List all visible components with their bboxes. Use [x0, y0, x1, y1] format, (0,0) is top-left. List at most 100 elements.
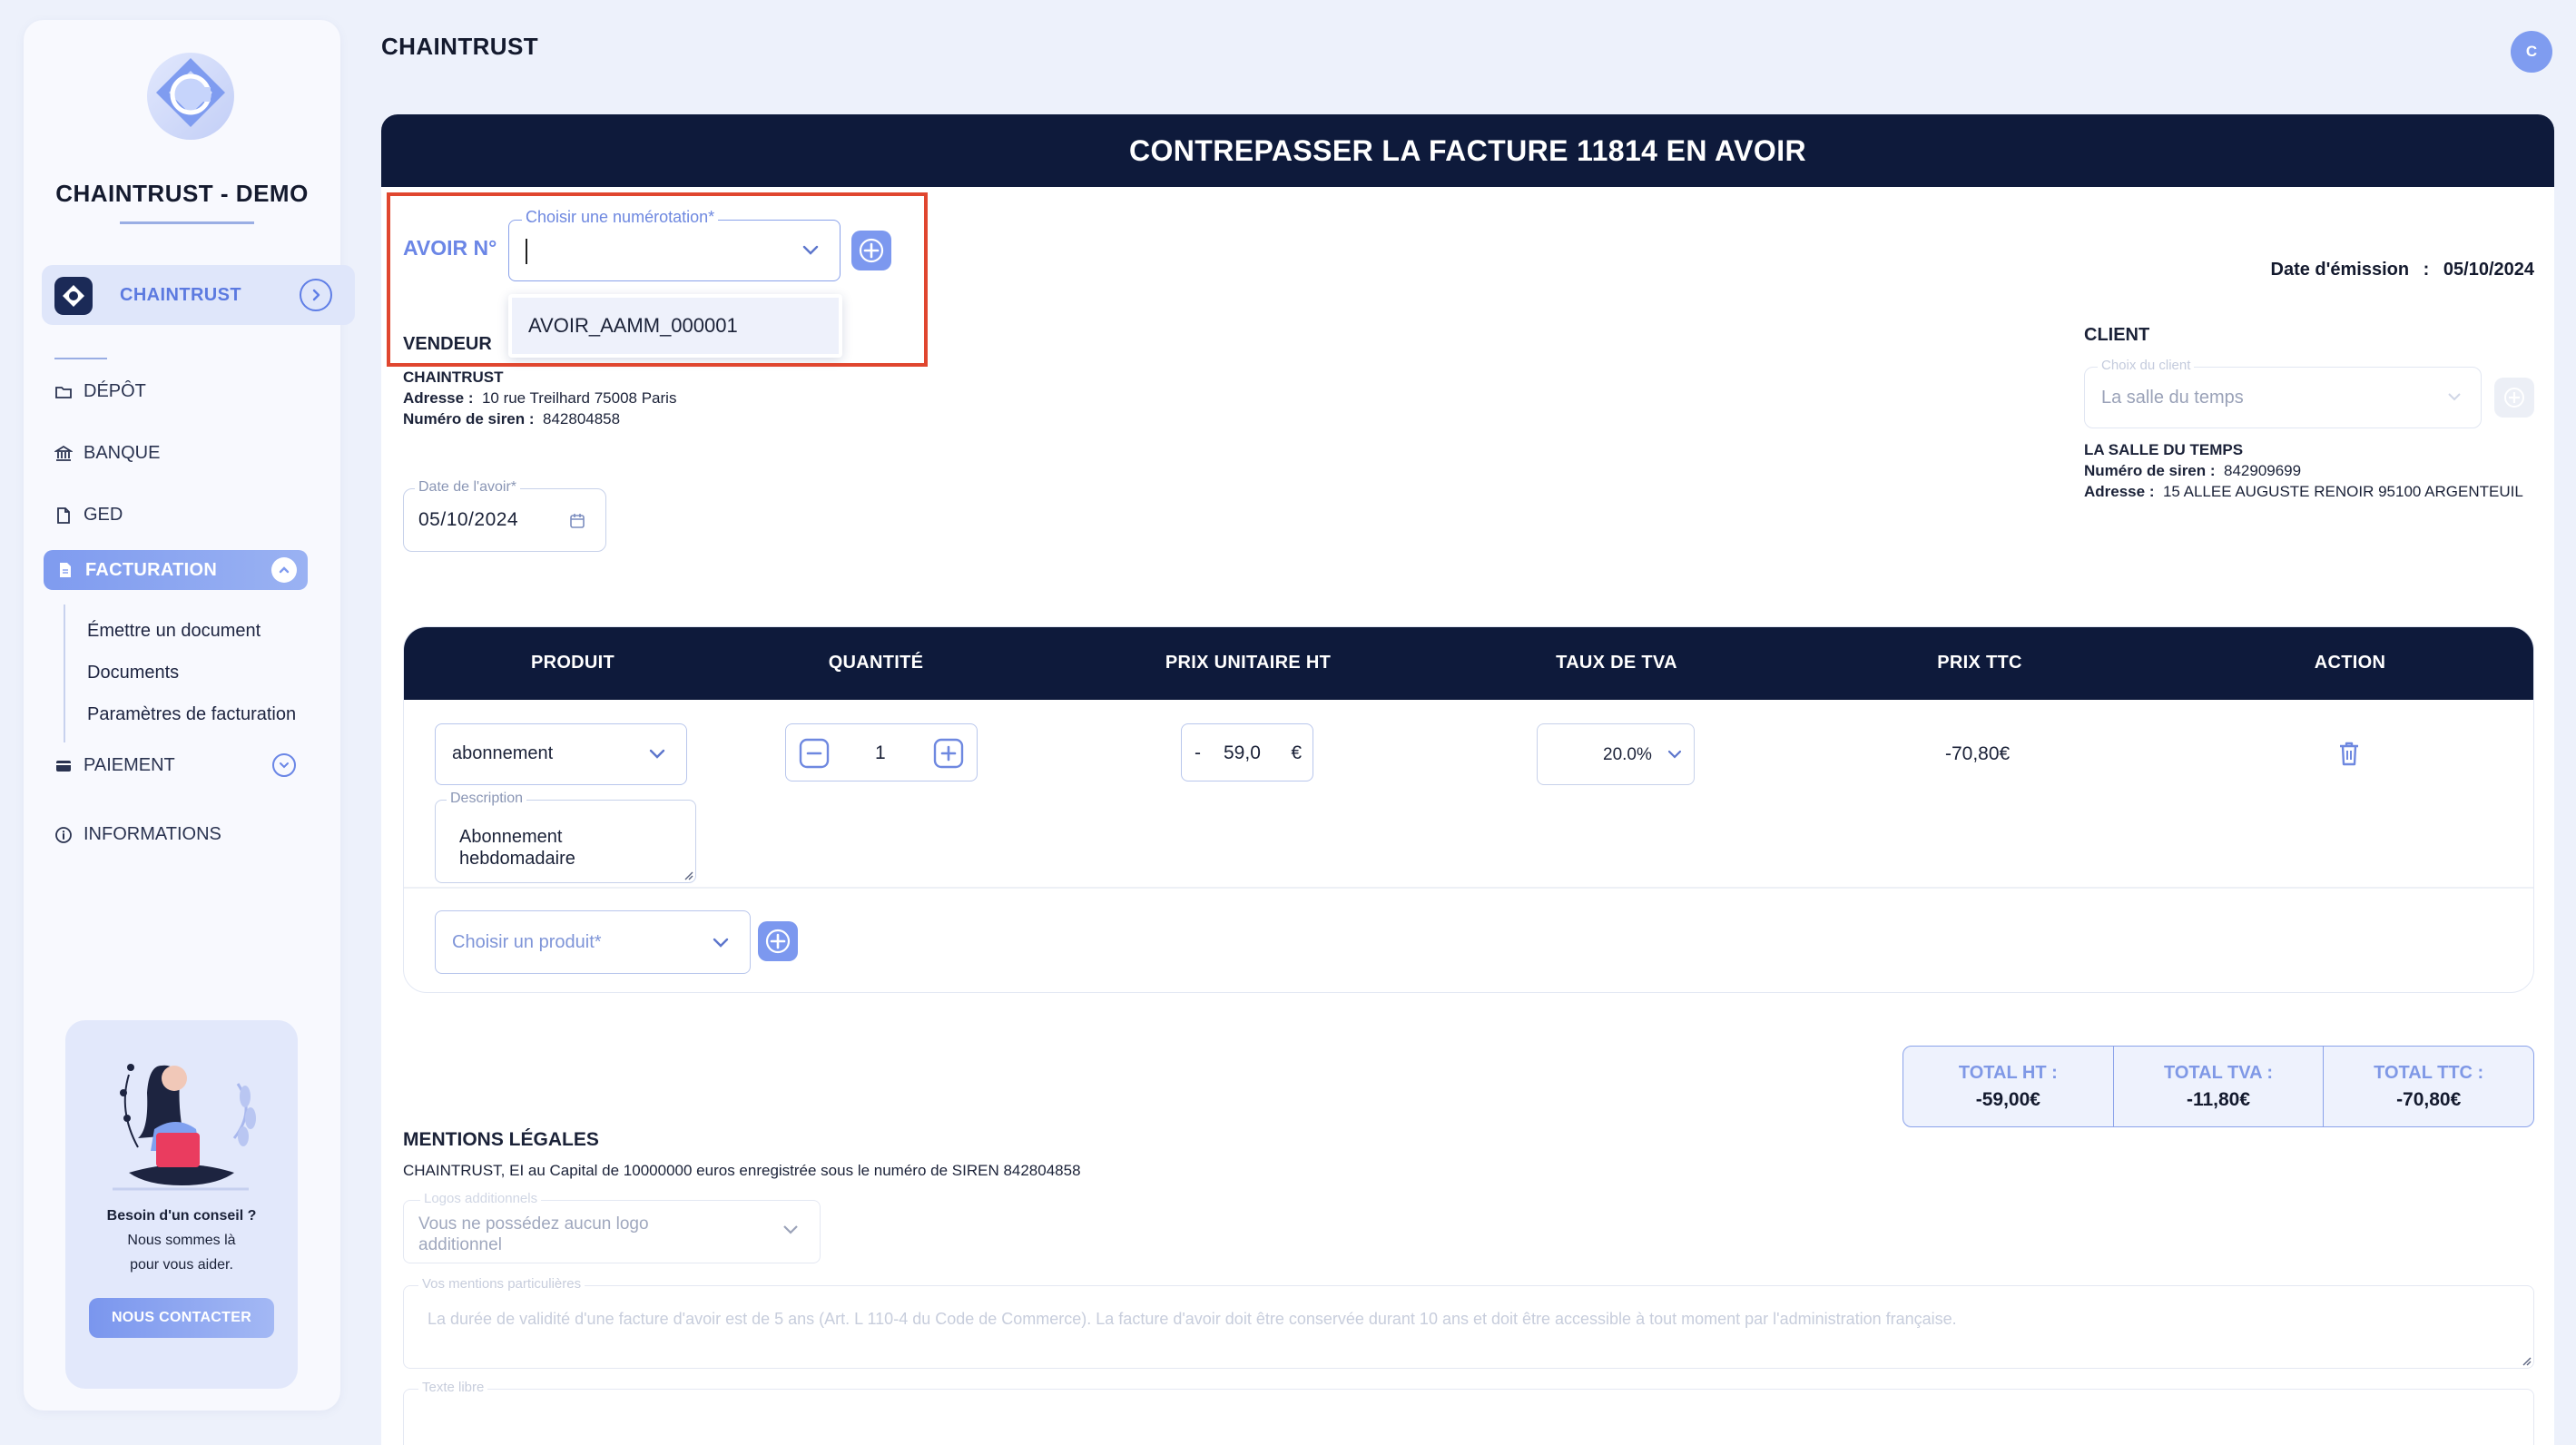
folder-icon: [55, 386, 72, 398]
help-line-2: Nous sommes là: [127, 1233, 236, 1248]
table-header: PRODUIT QUANTITÉ PRIX UNITAIRE HT TAUX D…: [404, 627, 2533, 700]
products-table: PRODUIT QUANTITÉ PRIX UNITAIRE HT TAUX D…: [403, 626, 2534, 993]
logos-value: Vous ne possédez aucun logo additionnel: [418, 1214, 649, 1254]
emission-date: Date d'émission : 05/10/2024: [2271, 260, 2534, 280]
plus-icon: [765, 929, 791, 954]
resize-handle-icon[interactable]: [683, 870, 693, 880]
column-header-prix-unitaire: PRIX UNITAIRE HT: [1165, 653, 1332, 673]
chevron-down-icon: [783, 1225, 798, 1234]
contact-button[interactable]: NOUS CONTACTER: [89, 1298, 274, 1338]
chevron-down-icon: [1667, 750, 1682, 759]
price-sign: -: [1195, 742, 1201, 763]
unit-price-field[interactable]: - 59,0 €: [1181, 723, 1313, 781]
chevron-right-icon[interactable]: [300, 279, 332, 311]
help-line-3: pour vous aider.: [130, 1257, 233, 1273]
row-total-ttc: -70,80€: [1945, 743, 2011, 764]
vendor-title: VENDEUR: [403, 334, 492, 354]
vendor-info: CHAINTRUST Adresse : 10 rue Treilhard 75…: [403, 367, 676, 429]
client-title: CLIENT: [2084, 325, 2150, 345]
vendor-address: 10 rue Treilhard 75008 Paris: [481, 389, 677, 407]
chevron-down-icon: [713, 938, 729, 948]
total-tva-value: -11,80€: [2186, 1088, 2251, 1110]
add-product-select[interactable]: Choisir un produit*: [435, 910, 751, 974]
resize-handle-icon[interactable]: [2521, 1355, 2532, 1366]
total-tva-label: TOTAL TVA :: [2164, 1062, 2273, 1083]
client-value: La salle du temps: [2101, 388, 2244, 408]
nav-label: GED: [84, 505, 123, 525]
avoir-date-value: 05/10/2024: [418, 509, 519, 530]
add-client-button[interactable]: [2494, 378, 2534, 418]
nav-item-facturation[interactable]: FACTURATION: [44, 550, 308, 590]
total-ht: TOTAL HT : -59,00€: [1903, 1047, 2114, 1126]
product-value: abonnement: [452, 743, 554, 763]
client-siren: 842909699: [2224, 462, 2302, 479]
total-ht-value: -59,00€: [1975, 1088, 2040, 1110]
emission-value: 05/10/2024: [2443, 260, 2534, 280]
product-select[interactable]: abonnement: [435, 723, 687, 785]
total-tva: TOTAL TVA : -11,80€: [2114, 1047, 2325, 1126]
chaintrust-logo-icon: [142, 47, 240, 145]
nav-item-informations[interactable]: INFORMATIONS: [54, 824, 221, 845]
nav-divider: [54, 358, 107, 359]
avoir-date-field[interactable]: Date de l'avoir* 05/10/2024: [403, 479, 606, 552]
emission-label: Date d'émission: [2270, 260, 2410, 280]
description-field[interactable]: Description Abonnement hebdomadaire: [435, 791, 696, 883]
add-product-button[interactable]: [758, 921, 798, 961]
client-name: LA SALLE DU TEMPS: [2084, 441, 2244, 458]
nav-item-paiement[interactable]: PAIEMENT: [54, 755, 175, 776]
avatar[interactable]: C: [2511, 31, 2552, 73]
texte-libre-field[interactable]: Texte libre: [403, 1380, 2534, 1445]
submenu-documents[interactable]: Documents: [87, 663, 179, 683]
client-address: 15 ALLEE AUGUSTE RENOIR 95100 ARGENTEUIL: [2162, 483, 2523, 500]
help-line-1: Besoin d'un conseil ?: [106, 1208, 257, 1224]
vendor-siren: 842804858: [543, 410, 621, 428]
mentions-particulieres-field[interactable]: Vos mentions particulières La durée de v…: [403, 1276, 2534, 1369]
submenu-emettre[interactable]: Émettre un document: [87, 621, 261, 642]
column-header-prix-ttc: PRIX TTC: [1937, 653, 2022, 673]
page-title: CHAINTRUST: [381, 33, 538, 60]
column-header-tva: TAUX DE TVA: [1556, 653, 1677, 673]
column-header-produit: PRODUIT: [530, 653, 615, 673]
trash-icon[interactable]: [2337, 740, 2361, 767]
nav-item-banque[interactable]: BANQUE: [54, 443, 160, 464]
bank-icon: [54, 445, 73, 461]
nav-label: BANQUE: [84, 443, 161, 463]
column-header-quantite: QUANTITÉ: [828, 653, 924, 673]
calendar-icon[interactable]: [569, 513, 585, 529]
description-value: Abonnement hebdomadaire: [459, 827, 575, 869]
logos-legend: Logos additionnels: [420, 1191, 542, 1206]
plus-icon[interactable]: [933, 738, 964, 769]
client-select[interactable]: Choix du client La salle du temps: [2084, 358, 2482, 428]
client-siren-label: Numéro de siren :: [2084, 462, 2216, 479]
nav-label: PAIEMENT: [84, 755, 175, 775]
totals-box: TOTAL HT : -59,00€ TOTAL TVA : -11,80€ T…: [1903, 1046, 2534, 1127]
logos-select[interactable]: Logos additionnels Vous ne possédez aucu…: [403, 1191, 821, 1263]
document-icon: [57, 506, 70, 524]
row-divider: [404, 887, 2533, 889]
vat-select[interactable]: 20.0%: [1537, 723, 1695, 785]
nav-item-depot[interactable]: DÉPÔT: [54, 381, 146, 402]
plus-icon: [2504, 388, 2524, 408]
chevron-up-icon[interactable]: [271, 557, 297, 583]
column-header-action: ACTION: [2314, 653, 2386, 673]
nav-label: INFORMATIONS: [84, 824, 221, 844]
woman-laptop-illustration-icon: [113, 1064, 256, 1191]
client-legend: Choix du client: [2098, 358, 2195, 373]
chevron-down-icon[interactable]: [272, 753, 296, 777]
form-title: CONTREPASSER LA FACTURE 11814 EN AVOIR: [381, 114, 2554, 187]
quantity-stepper[interactable]: 1: [785, 723, 978, 781]
company-switcher[interactable]: CHAINTRUST: [42, 265, 355, 325]
help-text: Besoin d'un conseil ? Nous sommes là pou…: [65, 1204, 298, 1277]
company-logo-icon: [54, 277, 93, 315]
total-ht-label: TOTAL HT :: [1958, 1062, 2058, 1083]
brand-name: CHAINTRUST - DEMO: [55, 180, 309, 207]
price-value: 59,0: [1224, 742, 1261, 763]
submenu-parametres[interactable]: Paramètres de facturation: [87, 704, 296, 725]
nav-item-ged[interactable]: GED: [54, 505, 123, 526]
minus-icon[interactable]: [799, 738, 830, 769]
total-ttc-value: -70,80€: [2396, 1088, 2462, 1110]
chevron-down-icon: [2448, 393, 2461, 401]
avoir-date-legend: Date de l'avoir*: [415, 479, 520, 496]
client-address-label: Adresse :: [2084, 483, 2155, 500]
chevron-down-icon: [649, 749, 665, 759]
